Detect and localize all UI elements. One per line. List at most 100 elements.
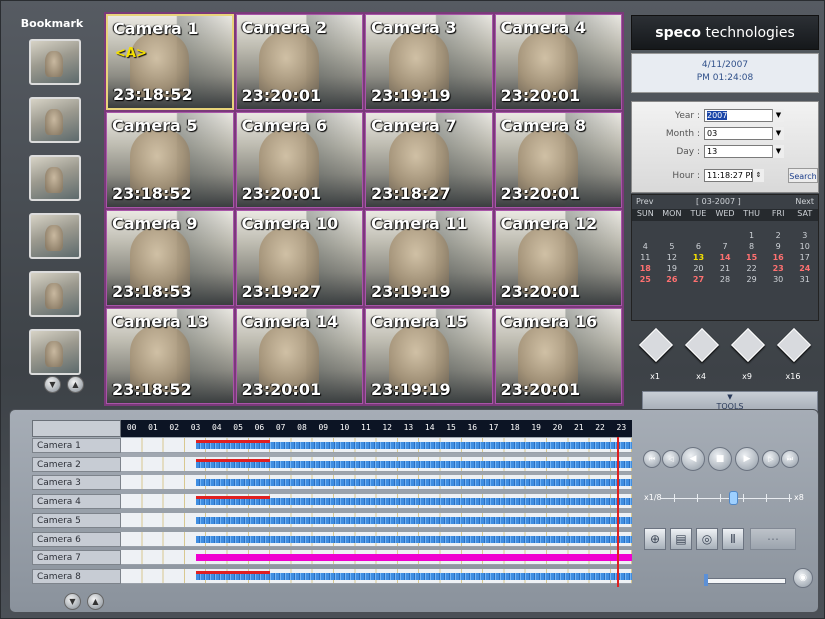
calendar-next-button[interactable]: Next: [795, 197, 814, 206]
speed-slider[interactable]: x1/8 x8: [644, 488, 814, 508]
chevron-down-icon[interactable]: ▼: [772, 127, 784, 140]
chevron-down-icon[interactable]: ▼: [772, 145, 784, 158]
calendar-day[interactable]: 23: [765, 264, 792, 275]
network-icon[interactable]: ⋯: [750, 528, 796, 550]
play-icon[interactable]: ▶: [735, 447, 759, 471]
calendar-day[interactable]: 13: [685, 253, 712, 264]
speaker-icon[interactable]: ◉: [793, 568, 813, 588]
bookmark-thumbnail[interactable]: [29, 271, 81, 317]
camera-tile[interactable]: Camera 9 23:18:53: [106, 210, 234, 306]
timeline-camera-label[interactable]: Camera 8: [32, 568, 121, 584]
calendar-day[interactable]: 11: [632, 253, 659, 264]
calendar-day[interactable]: 15: [738, 253, 765, 264]
year-select[interactable]: 2007: [704, 109, 782, 122]
search-button[interactable]: Search: [788, 168, 818, 183]
timeline-track[interactable]: [121, 475, 632, 491]
camera-tile[interactable]: Camera 8 23:20:01: [494, 112, 622, 208]
speed-knob[interactable]: [729, 491, 738, 505]
bookmark-scroll-up-icon[interactable]: ▲: [67, 376, 84, 393]
calendar-day[interactable]: 28: [712, 275, 739, 286]
timeline-camera-label[interactable]: Camera 5: [32, 512, 121, 528]
step-back-icon[interactable]: ◁: [662, 450, 680, 468]
bookmark-scroll-down-icon[interactable]: ▼: [44, 376, 61, 393]
volume-knob[interactable]: [704, 574, 708, 586]
bookmark-thumbnail[interactable]: [29, 213, 81, 259]
chevron-down-icon[interactable]: ▼: [772, 109, 784, 122]
camera-tile[interactable]: Camera 5 23:18:52: [106, 112, 234, 208]
calendar-day[interactable]: 9: [765, 242, 792, 253]
calendar-day[interactable]: 3: [791, 231, 818, 242]
camera-tile[interactable]: Camera 7 23:18:27: [365, 112, 493, 208]
calendar-day[interactable]: 17: [791, 253, 818, 264]
bookmark-thumbnail[interactable]: [29, 155, 81, 201]
timeline-scroll-up-icon[interactable]: ▲: [87, 593, 104, 610]
calendar-day[interactable]: 21: [712, 264, 739, 275]
calendar-day[interactable]: 6: [685, 242, 712, 253]
timeline-track[interactable]: [121, 568, 632, 584]
timeline-track[interactable]: [121, 531, 632, 547]
skip-end-icon[interactable]: ⏭: [781, 450, 799, 468]
calendar-day[interactable]: 12: [659, 253, 686, 264]
timeline-scroll-down-icon[interactable]: ▼: [64, 593, 81, 610]
calendar-day[interactable]: 22: [738, 264, 765, 275]
camera-tile[interactable]: Camera 10 23:19:27: [235, 210, 363, 306]
camera-tile[interactable]: Camera 16 23:20:01: [494, 308, 622, 404]
calendar-day[interactable]: 29: [738, 275, 765, 286]
calendar-day[interactable]: 5: [659, 242, 686, 253]
zoom-in-icon[interactable]: ⊕: [644, 528, 666, 550]
calendar-prev-button[interactable]: Prev: [636, 197, 653, 206]
camera-tile[interactable]: Camera 2 23:20:01: [235, 14, 363, 110]
calendar-day[interactable]: 2: [765, 231, 792, 242]
camera-tile[interactable]: Camera 14 23:20:01: [235, 308, 363, 404]
volume-track[interactable]: [704, 578, 786, 584]
calendar-day[interactable]: 30: [765, 275, 792, 286]
step-forward-icon[interactable]: ▷: [762, 450, 780, 468]
timeline-camera-label[interactable]: Camera 7: [32, 550, 121, 566]
calendar-day[interactable]: 24: [791, 264, 818, 275]
bookmark-thumbnail[interactable]: [29, 39, 81, 85]
timeline-track[interactable]: [121, 550, 632, 566]
capture-icon[interactable]: ◎: [696, 528, 718, 550]
calendar-day[interactable]: 19: [659, 264, 686, 275]
timeline-track[interactable]: [121, 438, 632, 453]
film-strip-icon[interactable]: ▤: [670, 528, 692, 550]
calendar-day[interactable]: 25: [632, 275, 659, 286]
camera-tile[interactable]: Camera 6 23:20:01: [235, 112, 363, 208]
timeline-camera-label[interactable]: Camera 4: [32, 494, 121, 510]
timeline-camera-label[interactable]: Camera 3: [32, 475, 121, 491]
calendar-day[interactable]: 20: [685, 264, 712, 275]
camera-tile[interactable]: Camera 3 23:19:19: [365, 14, 493, 110]
camera-tile[interactable]: Camera 4 23:20:01: [494, 14, 622, 110]
calendar-day[interactable]: 31: [791, 275, 818, 286]
calendar-day[interactable]: 1: [738, 231, 765, 242]
timeline-camera-label[interactable]: Camera 6: [32, 531, 121, 547]
view-x9-button[interactable]: x9: [729, 328, 765, 381]
calendar-day[interactable]: 8: [738, 242, 765, 253]
calendar-day[interactable]: 10: [791, 242, 818, 253]
calendar-day[interactable]: 4: [632, 242, 659, 253]
bookmark-thumbnail[interactable]: [29, 329, 81, 375]
skip-start-icon[interactable]: ⏮: [643, 450, 661, 468]
camera-tile[interactable]: Camera 13 23:18:52: [106, 308, 234, 404]
camera-tile[interactable]: Camera 12 23:20:01: [494, 210, 622, 306]
stop-icon[interactable]: ■: [708, 447, 732, 471]
calendar-day[interactable]: 26: [659, 275, 686, 286]
calendar-day[interactable]: 16: [765, 253, 792, 264]
rewind-icon[interactable]: ◀: [681, 447, 705, 471]
calendar-day[interactable]: 27: [685, 275, 712, 286]
calendar-day[interactable]: 14: [712, 253, 739, 264]
camera-tile[interactable]: Camera 11 23:19:19: [365, 210, 493, 306]
timeline-cursor[interactable]: [617, 437, 620, 587]
print-icon[interactable]: Ⅱ: [722, 528, 744, 550]
calendar-day[interactable]: 18: [632, 264, 659, 275]
camera-tile[interactable]: Camera 15 23:19:19: [365, 308, 493, 404]
calendar-day[interactable]: 7: [712, 242, 739, 253]
timeline-track[interactable]: [121, 512, 632, 528]
view-x4-button[interactable]: x4: [683, 328, 719, 381]
camera-tile[interactable]: Camera 1 <A> 23:18:52: [106, 14, 234, 110]
timeline-camera-label[interactable]: Camera 1: [32, 438, 121, 453]
timeline-camera-label[interactable]: Camera 2: [32, 456, 121, 472]
timeline-track[interactable]: [121, 494, 632, 510]
view-x1-button[interactable]: x1: [637, 328, 673, 381]
spinner-icon[interactable]: ⇕: [752, 169, 764, 182]
